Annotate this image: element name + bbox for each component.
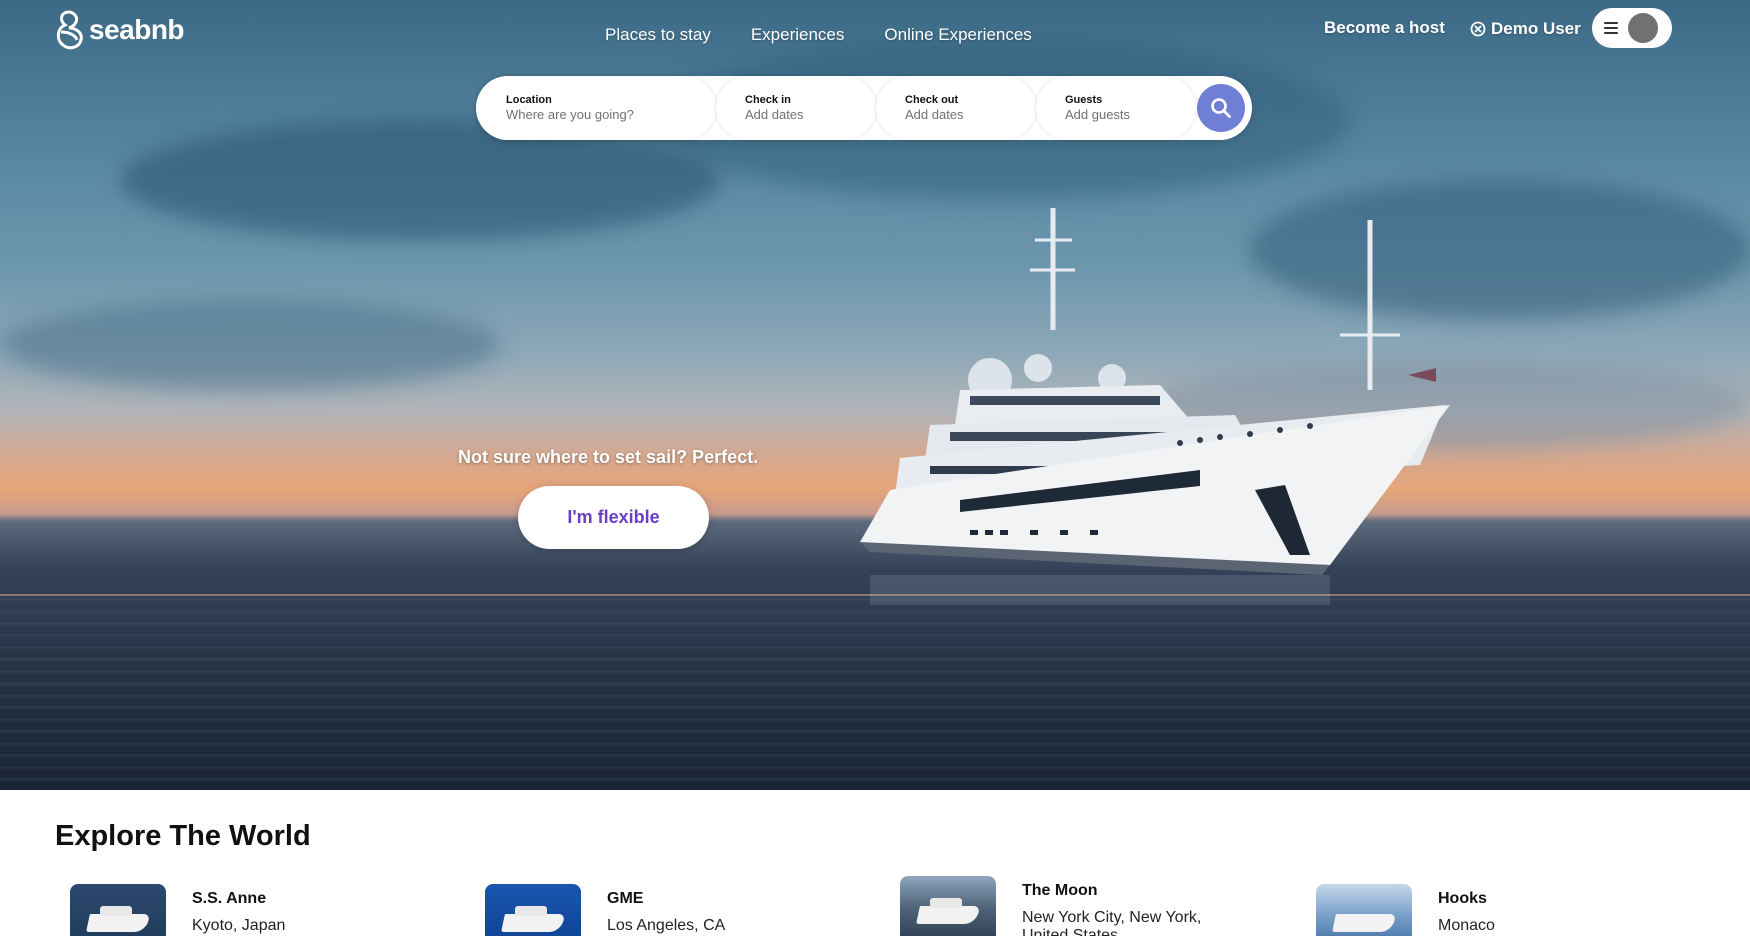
location-label: Location bbox=[506, 94, 552, 106]
card-title: S.S. Anne bbox=[192, 890, 267, 907]
location-input[interactable]: Where are you going? bbox=[506, 107, 716, 122]
explore-card[interactable]: GME Los Angeles, CA bbox=[485, 884, 797, 936]
check-out-input[interactable]: Add dates bbox=[905, 107, 1036, 122]
top-nav: Places to stay Experiences Online Experi… bbox=[605, 25, 1032, 45]
explore-card-list: S.S. Anne Kyoto, Japan GME Los Angeles, … bbox=[70, 876, 1720, 936]
brand-logo[interactable]: seabnb bbox=[53, 8, 185, 52]
seabnb-logo-icon bbox=[56, 10, 83, 50]
guests-label: Guests bbox=[1065, 94, 1103, 106]
card-location: Monaco bbox=[1438, 917, 1495, 934]
card-location: Kyoto, Japan bbox=[192, 917, 286, 934]
card-thumbnail bbox=[1316, 884, 1412, 936]
card-location: New York City, New York, United States bbox=[1022, 909, 1202, 936]
card-title: Hooks bbox=[1438, 890, 1487, 907]
explore-title: Explore The World bbox=[55, 820, 311, 852]
avatar bbox=[1628, 13, 1658, 43]
search-bar: Location Where are you going? Check in A… bbox=[476, 76, 1252, 140]
card-title: The Moon bbox=[1022, 882, 1098, 899]
explore-card[interactable]: S.S. Anne Kyoto, Japan bbox=[70, 884, 382, 936]
card-title: GME bbox=[607, 890, 644, 907]
hero-tagline: Not sure where to set sail? Perfect. bbox=[458, 447, 759, 467]
yacht-image bbox=[860, 208, 1450, 605]
im-flexible-button[interactable]: I'm flexible bbox=[518, 486, 709, 549]
card-thumbnail bbox=[70, 884, 166, 936]
check-in-input[interactable]: Add dates bbox=[745, 107, 876, 122]
card-location: Los Angeles, CA bbox=[607, 917, 726, 934]
nav-online-experiences[interactable]: Online Experiences bbox=[884, 25, 1031, 45]
user-menu-button[interactable] bbox=[1592, 8, 1672, 48]
check-out-field[interactable]: Check out Add dates bbox=[876, 76, 1036, 140]
check-in-label: Check in bbox=[745, 94, 791, 106]
card-thumbnail bbox=[485, 884, 581, 936]
demo-user-label: Demo User bbox=[1491, 19, 1581, 38]
become-host-link[interactable]: Become a host bbox=[1324, 18, 1445, 38]
check-out-label: Check out bbox=[905, 94, 959, 106]
guests-field[interactable]: Guests Add guests bbox=[1036, 76, 1196, 140]
im-flexible-label: I'm flexible bbox=[567, 507, 660, 527]
explore-card[interactable]: Hooks Monaco bbox=[1316, 884, 1628, 936]
demo-user-button[interactable]: Demo User bbox=[1470, 19, 1581, 39]
search-button[interactable] bbox=[1197, 84, 1245, 132]
hamburger-menu-icon bbox=[1604, 22, 1618, 34]
search-icon bbox=[1211, 98, 1231, 118]
nav-experiences[interactable]: Experiences bbox=[751, 25, 845, 45]
location-field[interactable]: Location Where are you going? bbox=[476, 76, 716, 140]
check-in-field[interactable]: Check in Add dates bbox=[716, 76, 876, 140]
user-x-circle-icon bbox=[1470, 21, 1486, 37]
explore-card[interactable]: The Moon New York City, New York, United… bbox=[900, 876, 1212, 936]
nav-places-to-stay[interactable]: Places to stay bbox=[605, 25, 711, 45]
brand-name: seabnb bbox=[89, 14, 185, 45]
card-thumbnail bbox=[900, 876, 996, 936]
guests-input[interactable]: Add guests bbox=[1065, 107, 1196, 122]
